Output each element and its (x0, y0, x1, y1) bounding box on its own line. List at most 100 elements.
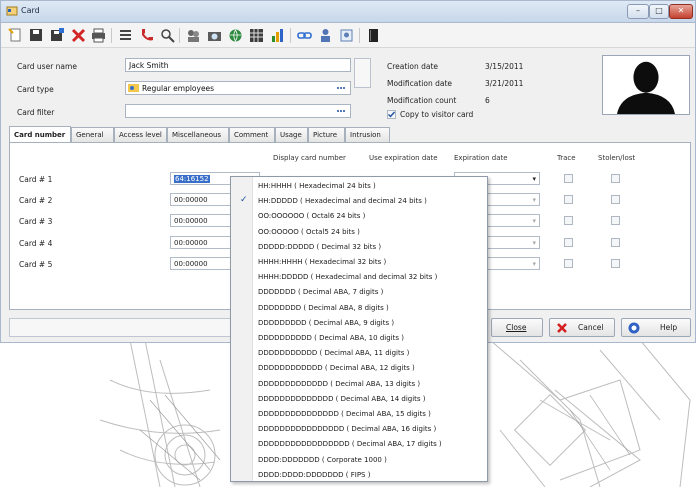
card-row-label: Card # 2 (19, 196, 53, 205)
stolen-lost-checkbox[interactable] (611, 259, 620, 268)
card-number-value: 00:00000 (174, 260, 208, 268)
link-icon[interactable] (296, 27, 313, 44)
copy-to-visitor-checkbox[interactable] (387, 110, 396, 119)
format-menu-item-label: DDDDDDDD ( Decimal ABA, 8 digits ) (258, 303, 389, 312)
card-type-select[interactable]: Regular employees (125, 81, 351, 95)
help-icon (628, 322, 640, 334)
users-icon[interactable] (317, 27, 334, 44)
close-button-label: Close (506, 323, 527, 332)
phone-icon[interactable] (138, 27, 155, 44)
tab-general[interactable]: General (71, 127, 114, 143)
maximize-icon: □ (655, 6, 663, 15)
tab-intrusion[interactable]: Intrusion (345, 127, 390, 143)
card-row-label: Card # 3 (19, 217, 53, 226)
save-icon[interactable] (28, 27, 45, 44)
card-row-label: Card # 4 (19, 239, 53, 248)
format-menu-item-label: DDDDDDDDDDDDDDDDD ( Decimal ABA, 17 digi… (258, 440, 442, 449)
print-icon[interactable] (90, 27, 107, 44)
card-type-value: Regular employees (142, 84, 215, 93)
format-menu-item-label: HH:HHHH ( Hexadecimal 24 bits ) (258, 182, 376, 190)
creation-date-label: Creation date (387, 62, 439, 71)
person-silhouette-icon (603, 56, 689, 114)
trace-checkbox[interactable] (564, 216, 573, 225)
tab-access-level[interactable]: Access level (114, 127, 167, 143)
format-menu-item-label: DDDDDDDDD ( Decimal ABA, 9 digits ) (258, 318, 395, 327)
camera-icon[interactable] (206, 27, 223, 44)
card-number-value: 00:00000 (174, 239, 208, 247)
book-icon[interactable] (365, 27, 382, 44)
ellipsis-button-icon[interactable] (335, 83, 347, 93)
toolbar-separator (111, 28, 112, 43)
grid-icon[interactable] (248, 27, 265, 44)
format-menu-item-label: DDDDDDDDDDD ( Decimal ABA, 11 digits ) (258, 349, 410, 358)
tab-usage[interactable]: Usage (275, 127, 308, 143)
minimize-icon: – (636, 6, 640, 15)
format-menu-item-label: OO:OOOOOO ( Octal6 24 bits ) (258, 212, 366, 221)
help-button[interactable]: Help (621, 318, 691, 337)
modification-date-label: Modification date (387, 79, 453, 88)
search-icon[interactable] (159, 27, 176, 44)
card-number-value: 64:16152 (174, 175, 210, 183)
stolen-lost-checkbox[interactable] (611, 195, 620, 204)
card-photo[interactable] (602, 55, 690, 115)
trace-checkbox[interactable] (564, 259, 573, 268)
card-filter-input[interactable] (125, 104, 351, 118)
chart-icon[interactable] (269, 27, 286, 44)
toolbar-separator (359, 28, 360, 43)
group-icon[interactable] (185, 27, 202, 44)
chevron-down-icon: ▾ (532, 217, 536, 225)
chevron-down-icon: ▾ (532, 175, 536, 183)
cancel-button-label: Cancel (578, 323, 604, 332)
trace-checkbox[interactable] (564, 195, 573, 204)
modification-date-value: 3/21/2011 (485, 79, 524, 88)
minimize-button[interactable]: – (627, 4, 649, 19)
toolbar (1, 23, 695, 48)
close-window-button[interactable]: ✕ (669, 4, 693, 19)
stolen-lost-checkbox[interactable] (611, 174, 620, 183)
format-menu-item[interactable]: DDDD:DDDD:DDDDDDD ( FIPS ) (232, 467, 487, 484)
save-all-icon[interactable] (49, 27, 66, 44)
stolen-lost-checkbox[interactable] (611, 238, 620, 247)
close-button[interactable]: Close (491, 318, 543, 337)
name-scroll-buttons[interactable] (354, 58, 371, 88)
creation-date-value: 3/15/2011 (485, 62, 524, 71)
stolen-lost-checkbox[interactable] (611, 216, 620, 225)
help-button-label: Help (660, 323, 678, 332)
tab-miscellaneous[interactable]: Miscellaneous (167, 127, 229, 143)
card-number-value: 00:00000 (174, 217, 208, 225)
card-format-menu: HH:HHHH ( Hexadecimal 24 bits ) ✓ HH:DDDDD… (230, 176, 488, 482)
delete-icon[interactable] (70, 27, 87, 44)
expiration-date-header: Expiration date (454, 154, 508, 162)
checkmark-icon: ✓ (240, 195, 248, 206)
format-menu-item-label: OO:OOOOO ( Octal5 24 bits ) (258, 227, 360, 236)
tab-comment[interactable]: Comment (229, 127, 275, 143)
trace-checkbox[interactable] (564, 174, 573, 183)
cancel-x-icon (557, 323, 567, 333)
format-menu-item-label: DDDDDDDDDDDDD ( Decimal ABA, 13 digits ) (258, 379, 421, 388)
copy-to-visitor-label: Copy to visitor card (400, 110, 474, 119)
maximize-button[interactable]: □ (649, 4, 669, 19)
tab-picture[interactable]: Picture (308, 127, 345, 143)
employees-icon (128, 84, 139, 92)
format-menu-item-label: HH:DDDDD ( Hexadecimal and decimal 24 bi… (258, 197, 427, 206)
check-icon (388, 111, 396, 118)
badge-icon[interactable] (338, 27, 355, 44)
format-menu-item-label: DDDDDDDDDDDDDD ( Decimal ABA, 14 digits … (258, 394, 426, 403)
card-user-name-input[interactable]: Jack Smith (125, 58, 351, 72)
card-type-label: Card type (17, 85, 54, 94)
ellipsis-button-icon[interactable] (335, 106, 347, 116)
list-icon[interactable] (117, 27, 134, 44)
close-icon: ✕ (677, 6, 685, 15)
title-bar: Card – □ ✕ (1, 1, 695, 23)
card-user-name-label: Card user name (17, 62, 77, 71)
new-icon[interactable] (7, 27, 24, 44)
tab-card-number[interactable]: Card number (9, 126, 71, 143)
format-menu-item-label: DDDDDDDDDDDDDDD ( Decimal ABA, 15 digits… (258, 410, 431, 418)
globe-icon[interactable] (227, 27, 244, 44)
app-root: Card – □ ✕ Card user name Jack Smith Car… (0, 0, 696, 487)
format-menu-item-label: DDDDDDD ( Decimal ABA, 7 digits ) (258, 288, 384, 297)
stolen-lost-header: Stolen/lost (598, 154, 636, 162)
cancel-button[interactable]: Cancel (549, 318, 615, 337)
trace-checkbox[interactable] (564, 238, 573, 247)
display-card-number-header: Display card number (273, 154, 346, 162)
